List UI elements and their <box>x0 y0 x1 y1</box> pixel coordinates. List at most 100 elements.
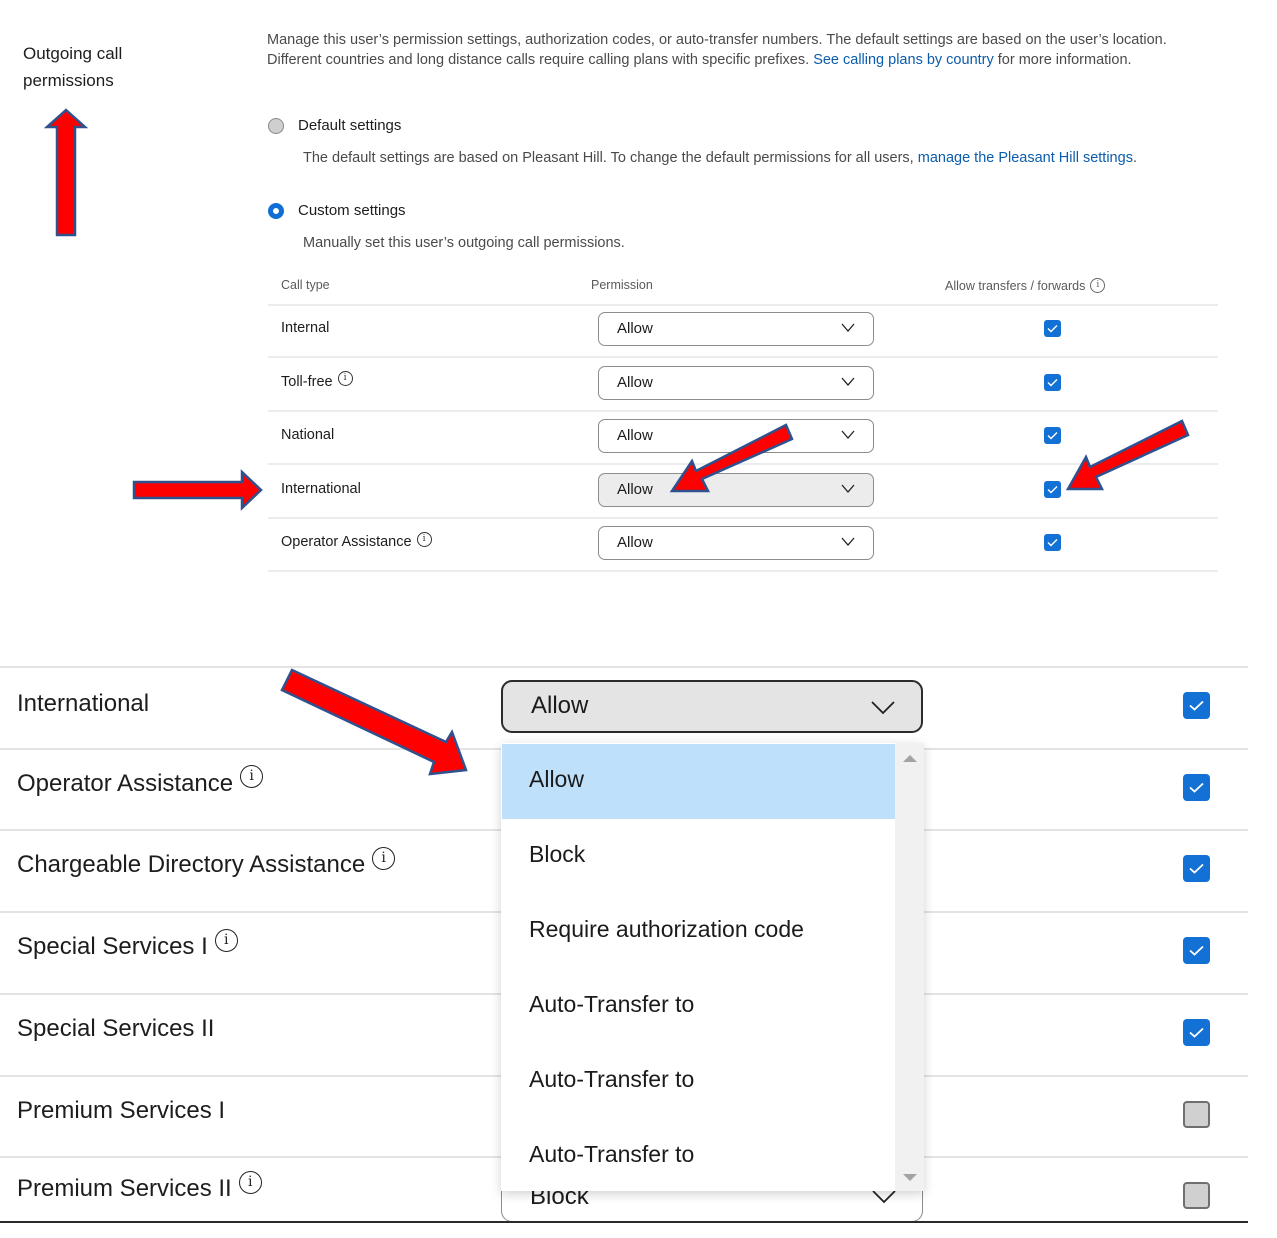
allow-transfers-checkbox[interactable] <box>1183 855 1210 883</box>
chevron-down-icon <box>841 537 855 546</box>
check-icon <box>1047 539 1058 547</box>
allow-transfers-checkbox[interactable] <box>1044 480 1061 498</box>
header-allow-transfers: Allow transfers / forwards i <box>945 278 1106 293</box>
dropdown-option[interactable]: Auto-Transfer to <box>502 969 895 1044</box>
default-settings-desc-suffix: . <box>1132 150 1137 166</box>
scroll-up-arrow-icon[interactable] <box>903 755 917 762</box>
info-icon[interactable]: i <box>337 371 353 386</box>
check-icon <box>1047 432 1058 440</box>
check-icon <box>1047 485 1058 493</box>
call-type-label: Special Services II <box>17 1014 215 1042</box>
call-type-label: National <box>281 427 335 443</box>
permission-select[interactable]: Allow <box>598 312 874 346</box>
call-type-label: Internal <box>281 320 330 336</box>
default-settings-desc-text: The default settings are based on Pleasa… <box>303 150 918 166</box>
permission-select[interactable]: Allow <box>598 365 874 400</box>
info-icon[interactable]: i <box>238 1170 262 1194</box>
chevron-down-icon <box>841 323 855 332</box>
allow-transfers-checkbox[interactable] <box>1044 320 1061 337</box>
select-value: Allow <box>617 480 653 498</box>
scroll-down-arrow-icon[interactable] <box>903 1174 917 1181</box>
call-type-cell: Internal <box>281 320 329 336</box>
check-icon <box>1189 1027 1204 1038</box>
select-value: Allow <box>617 427 653 444</box>
call-type-label: International <box>281 480 361 497</box>
dropdown-option[interactable]: Auto-Transfer to <box>502 1119 895 1194</box>
custom-settings-radio[interactable] <box>268 202 284 219</box>
default-settings-label: Default settings <box>298 117 402 134</box>
bottom-divider <box>0 1221 1248 1223</box>
section-title: Outgoing call permissions <box>23 44 123 90</box>
call-type-cell: National <box>281 427 334 443</box>
allow-transfers-checkbox[interactable] <box>1044 427 1061 444</box>
annotation-arrow-down-left-icon <box>669 423 794 493</box>
annotation-arrow-right-icon <box>132 469 263 511</box>
select-value: Allow <box>617 320 653 337</box>
chevron-down-icon <box>841 430 855 439</box>
call-type-label: Special Services I <box>17 933 208 961</box>
call-type-cell: Premium Services I <box>17 1097 225 1125</box>
allow-transfers-checkbox[interactable] <box>1183 937 1210 965</box>
default-settings-radio[interactable] <box>268 117 284 134</box>
info-icon[interactable]: i <box>214 928 238 952</box>
header-allow-transfers-label: Allow transfers / forwards <box>945 278 1086 293</box>
option-label: Auto-Transfer to <box>529 991 695 1017</box>
call-type-cell: Operator Assistance i <box>281 531 432 550</box>
select-value: Allow <box>617 373 653 391</box>
call-type-label: International <box>17 690 150 717</box>
info-icon[interactable]: i <box>372 846 396 870</box>
custom-settings-option[interactable]: Custom settings <box>268 202 406 219</box>
call-type-cell: Chargeable Directory Assistance i <box>17 846 396 879</box>
call-type-label: Premium Services I <box>17 1096 226 1124</box>
check-icon <box>1047 325 1058 333</box>
call-type-label: Chargeable Directory Assistance <box>17 851 366 879</box>
check-icon <box>1189 945 1204 956</box>
call-type-cell: Special Services Ii <box>17 928 238 961</box>
call-type-cell: International <box>281 481 361 497</box>
annotation-arrow-down-left-icon <box>1065 419 1190 491</box>
table-row: Internal Allow <box>268 304 1218 358</box>
check-icon <box>1189 782 1204 793</box>
option-label: Block <box>529 841 586 867</box>
call-type-cell: Operator Assistance i <box>17 765 264 798</box>
dropdown-option[interactable]: Block <box>502 819 895 894</box>
call-type-cell: Toll-free i <box>281 371 353 390</box>
option-label: Auto-Transfer to <box>529 1141 695 1167</box>
call-type-cell: Premium Services II i <box>17 1170 262 1203</box>
info-icon[interactable]: i <box>1090 278 1106 293</box>
permission-select[interactable]: Allow <box>598 526 874 560</box>
call-type-cell: International <box>17 690 149 718</box>
call-type-label: Operator Assistance <box>17 769 234 797</box>
dropdown-scrollbar[interactable] <box>895 743 924 1191</box>
dropdown-option[interactable]: Require authorization code <box>502 894 895 969</box>
allow-transfers-checkbox[interactable] <box>1183 773 1210 801</box>
dropdown-option[interactable]: Allow <box>502 744 895 819</box>
allow-transfers-checkbox[interactable] <box>1183 692 1210 719</box>
option-label: Auto-Transfer to <box>529 1066 695 1092</box>
check-icon <box>1047 378 1058 386</box>
allow-transfers-checkbox[interactable] <box>1044 373 1061 391</box>
custom-settings-desc: Manually set this user’s outgoing call p… <box>303 235 625 251</box>
custom-settings-label: Custom settings <box>298 202 406 219</box>
select-value: Allow <box>531 692 589 719</box>
call-type-label: Premium Services II <box>17 1175 232 1203</box>
calling-plans-link[interactable]: See calling plans by country <box>813 52 994 68</box>
header-permission: Permission <box>591 278 653 292</box>
allow-transfers-checkbox[interactable] <box>1183 1100 1210 1128</box>
check-icon <box>1189 700 1204 711</box>
permission-dropdown-menu: Allow Block Require authorization code Auto… <box>501 743 924 1191</box>
chevron-down-icon <box>841 377 855 386</box>
info-icon[interactable]: i <box>240 765 264 789</box>
table-row: Toll-free i Allow <box>268 358 1218 412</box>
default-settings-option[interactable]: Default settings <box>268 117 401 134</box>
dropdown-option[interactable]: Auto-Transfer to <box>502 1044 895 1119</box>
allow-transfers-checkbox[interactable] <box>1044 534 1061 551</box>
annotation-arrow-up-icon <box>43 108 89 237</box>
info-icon[interactable]: i <box>416 531 432 547</box>
default-settings-desc: The default settings are based on Pleasa… <box>303 149 1203 169</box>
call-type-label: Operator Assistance <box>281 534 412 550</box>
international-permission-select-open[interactable]: Allow <box>501 680 923 733</box>
allow-transfers-checkbox[interactable] <box>1183 1018 1210 1046</box>
allow-transfers-checkbox[interactable] <box>1183 1182 1210 1210</box>
manage-pleasant-hill-link[interactable]: manage the Pleasant Hill settings <box>918 150 1133 166</box>
